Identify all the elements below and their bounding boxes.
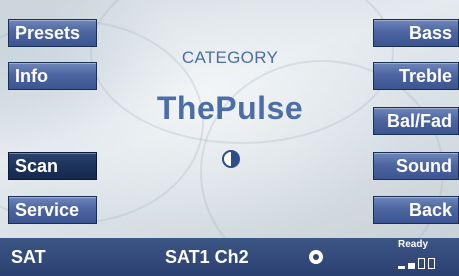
signal-strength-meter — [398, 255, 442, 269]
contrast-half-circle-icon — [222, 150, 240, 168]
channel-name: ThePulse — [156, 90, 304, 126]
treble-button[interactable]: Treble — [373, 62, 459, 90]
service-button[interactable]: Service — [8, 196, 97, 224]
presets-button[interactable]: Presets — [8, 19, 97, 47]
back-button[interactable]: Back — [373, 196, 459, 224]
bal-fad-button[interactable]: Bal/Fad — [373, 107, 459, 135]
scan-button[interactable]: Scan — [8, 152, 97, 180]
disc-icon — [309, 250, 323, 264]
category-label: CATEGORY — [181, 48, 279, 67]
sound-button[interactable]: Sound — [373, 152, 459, 180]
signal-bar — [408, 263, 415, 269]
status-bar: SAT SAT1 Ch2 Ready — [0, 238, 459, 276]
ready-status: Ready — [398, 239, 429, 250]
source-label: SAT — [11, 247, 46, 267]
channel-indicator: SAT1 Ch2 — [165, 247, 249, 267]
bass-button[interactable]: Bass — [373, 19, 459, 47]
signal-bar — [398, 266, 405, 269]
signal-bar — [428, 258, 435, 269]
signal-bar — [418, 258, 425, 269]
info-button[interactable]: Info — [8, 62, 97, 90]
display-screen: Presets Info Scan Service Bass Treble Ba… — [0, 0, 459, 238]
